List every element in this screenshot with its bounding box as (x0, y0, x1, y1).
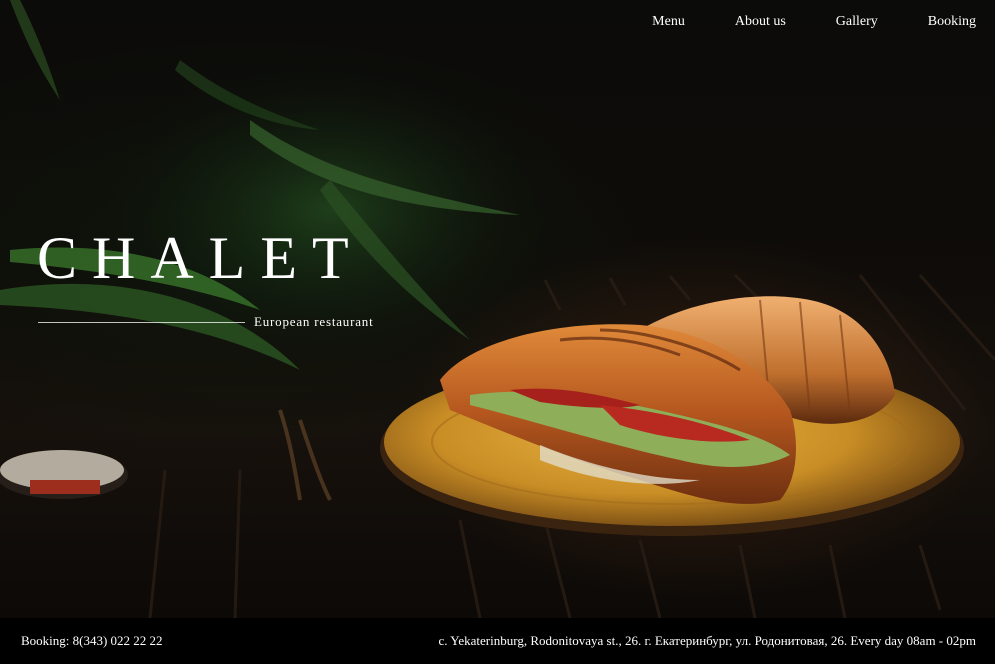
tagline-row: European restaurant (38, 314, 374, 330)
hero-background-image (0, 0, 995, 618)
address-hours: c. Yekaterinburg, Rodonitovaya st., 26. … (438, 633, 976, 648)
main-nav: Menu About us Gallery Booking (652, 13, 976, 31)
tagline: European restaurant (254, 314, 374, 329)
nav-item-menu[interactable]: Menu (652, 13, 685, 31)
brand-title: CHALET (37, 225, 364, 291)
booking-phone[interactable]: Booking: 8(343) 022 22 22 (21, 633, 163, 649)
footer-bar: Booking: 8(343) 022 22 22 c. Yekaterinbu… (0, 618, 995, 664)
tagline-divider (38, 321, 245, 323)
nav-item-about-us[interactable]: About us (735, 13, 786, 31)
nav-item-gallery[interactable]: Gallery (836, 13, 878, 31)
nav-item-booking[interactable]: Booking (928, 13, 976, 31)
page: Menu About us Gallery Booking CHALET Eur… (0, 0, 995, 664)
